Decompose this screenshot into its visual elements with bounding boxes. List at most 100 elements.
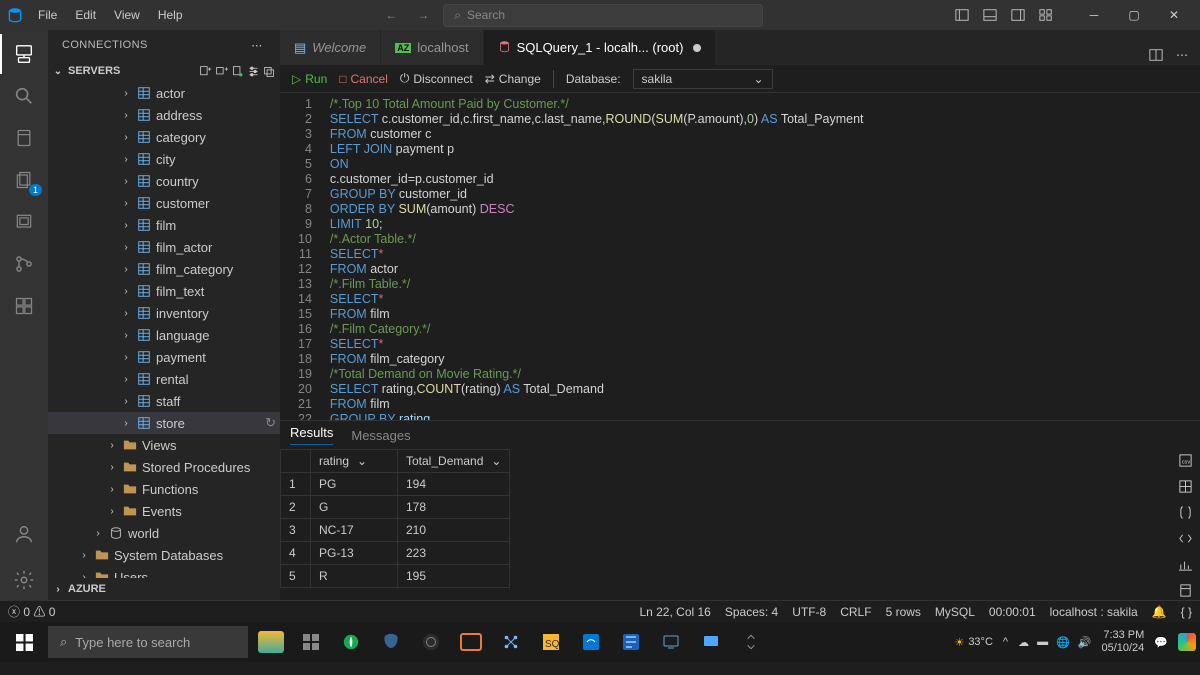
window-close-icon[interactable]: ✕ <box>1154 0 1194 30</box>
new-group-icon[interactable] <box>214 64 228 78</box>
servers-section-header[interactable]: ⌄ SERVERS <box>48 60 280 82</box>
start-button[interactable] <box>4 624 44 660</box>
window-minimize-icon[interactable]: ─ <box>1074 0 1114 30</box>
window-maximize-icon[interactable]: ▢ <box>1114 0 1154 30</box>
taskbar-app[interactable] <box>572 624 610 660</box>
taskbar-app[interactable] <box>692 624 730 660</box>
database-select[interactable]: sakila ⌄ <box>633 69 773 89</box>
onedrive-icon[interactable]: ☁ <box>1018 636 1029 649</box>
table-node[interactable]: › language <box>48 324 280 346</box>
menu-edit[interactable]: Edit <box>67 4 104 26</box>
chart-icon[interactable] <box>1174 553 1196 575</box>
table-node[interactable]: › inventory <box>48 302 280 324</box>
taskbar-app[interactable] <box>292 624 330 660</box>
customize-layout-icon[interactable] <box>1036 5 1056 25</box>
cell[interactable]: NC-17 <box>311 519 398 542</box>
taskbar-app[interactable]: SQ <box>532 624 570 660</box>
volume-icon[interactable]: 🔊 <box>1078 636 1092 649</box>
configure-icon[interactable] <box>246 64 260 78</box>
run-button[interactable]: ▷ Run <box>292 72 327 86</box>
activity-source-control[interactable] <box>0 244 48 284</box>
table-node[interactable]: › film_text <box>48 280 280 302</box>
layout-panel-left-icon[interactable] <box>952 5 972 25</box>
clock[interactable]: 7:33 PM 05/10/24 <box>1101 629 1144 655</box>
table-node[interactable]: › film_actor <box>48 236 280 258</box>
tab-welcome[interactable]: ▤ Welcome <box>280 30 381 65</box>
activity-connections[interactable] <box>0 34 48 74</box>
taskbar-app[interactable] <box>412 624 450 660</box>
split-editor-icon[interactable] <box>1146 45 1166 65</box>
activity-account[interactable] <box>0 514 48 554</box>
export-xml-icon[interactable] <box>1174 527 1196 549</box>
cell[interactable]: R <box>311 565 398 588</box>
taskbar-search-input[interactable]: ⌕ Type here to search <box>48 626 248 658</box>
result-row[interactable]: 1 PG 194 <box>281 473 510 496</box>
table-node[interactable]: › store↻ <box>48 412 280 434</box>
notebook-icon[interactable] <box>1174 579 1196 601</box>
chevron-down-icon[interactable]: ⌄ <box>357 454 367 468</box>
table-node[interactable]: › address <box>48 104 280 126</box>
layout-panel-right-icon[interactable] <box>1008 5 1028 25</box>
activity-notebooks[interactable] <box>0 118 48 158</box>
cell[interactable]: G <box>311 496 398 519</box>
nav-forward-icon[interactable]: → <box>411 3 435 27</box>
status-rows[interactable]: 5 rows <box>886 605 921 619</box>
folder-node[interactable]: › Events <box>48 500 280 522</box>
folder-node[interactable]: › Views <box>48 434 280 456</box>
table-node[interactable]: › category <box>48 126 280 148</box>
battery-icon[interactable]: ▬ <box>1037 636 1048 648</box>
code-content[interactable]: /*.Top 10 Total Amount Paid by Customer.… <box>322 93 1200 420</box>
code-editor[interactable]: 12345678910111213141516171819202122 /*.T… <box>280 93 1200 420</box>
col-header-total-demand[interactable]: Total_Demand⌄ <box>398 450 510 473</box>
col-header-rating[interactable]: rating⌄ <box>311 450 398 473</box>
table-node[interactable]: › film <box>48 214 280 236</box>
status-conn[interactable]: localhost : sakila <box>1050 605 1138 619</box>
notifications-icon[interactable]: 💬 <box>1154 636 1168 649</box>
result-row[interactable]: 3 NC-17 210 <box>281 519 510 542</box>
tab-sqlquery[interactable]: SQLQuery_1 - localh... (root) <box>484 30 717 65</box>
layout-panel-bottom-icon[interactable] <box>980 5 1000 25</box>
new-connection-icon[interactable] <box>198 64 212 78</box>
result-row[interactable]: 5 R 195 <box>281 565 510 588</box>
cell[interactable]: 178 <box>398 496 510 519</box>
taskbar-app[interactable] <box>612 624 650 660</box>
status-spaces[interactable]: Spaces: 4 <box>725 605 778 619</box>
cancel-button[interactable]: □ Cancel <box>339 72 388 86</box>
folder-node[interactable]: › Users <box>48 566 280 578</box>
nav-back-icon[interactable]: ← <box>379 3 403 27</box>
cell[interactable]: PG <box>311 473 398 496</box>
results-grid[interactable]: rating⌄ Total_Demand⌄ 1 PG 194 2 G 178 3… <box>280 449 1200 600</box>
cell[interactable]: 195 <box>398 565 510 588</box>
more-icon[interactable]: ⋯ <box>248 36 266 54</box>
table-node[interactable]: › actor <box>48 82 280 104</box>
weather-widget[interactable]: ☀33°C <box>954 636 992 649</box>
cell[interactable]: PG-13 <box>311 542 398 565</box>
activity-query-history[interactable] <box>0 202 48 242</box>
feedback-icon[interactable]: { } <box>1181 605 1192 619</box>
refresh-icon[interactable]: ↻ <box>265 415 276 431</box>
activity-settings[interactable] <box>0 560 48 600</box>
table-node[interactable]: › film_category <box>48 258 280 280</box>
cell[interactable]: 223 <box>398 542 510 565</box>
result-row[interactable]: 4 PG-13 223 <box>281 542 510 565</box>
taskbar-app[interactable] <box>492 624 530 660</box>
chevron-down-icon[interactable]: ⌄ <box>491 454 501 468</box>
notifications-icon[interactable]: 🔔 <box>1152 605 1167 619</box>
status-lncol[interactable]: Ln 22, Col 16 <box>639 605 710 619</box>
status-encoding[interactable]: UTF-8 <box>792 605 826 619</box>
taskbar-app[interactable] <box>252 624 290 660</box>
export-json-icon[interactable] <box>1174 501 1196 523</box>
taskbar-overflow-icon[interactable] <box>732 624 770 660</box>
status-errors[interactable]: ⓧ 0 ⚠ 0 <box>8 603 55 620</box>
db-node[interactable]: › world <box>48 522 280 544</box>
table-node[interactable]: › city <box>48 148 280 170</box>
taskbar-app[interactable] <box>452 624 490 660</box>
activity-explorer[interactable]: 1 <box>0 160 48 200</box>
change-button[interactable]: ⇄ Change <box>485 72 541 86</box>
tray-chevron-icon[interactable]: ^ <box>1003 636 1008 648</box>
taskbar-app[interactable] <box>332 624 370 660</box>
export-csv-icon[interactable]: csv <box>1174 449 1196 471</box>
table-node[interactable]: › staff <box>48 390 280 412</box>
results-tab[interactable]: Results <box>290 425 333 445</box>
disconnect-button[interactable]: ⏻ Disconnect <box>400 71 473 86</box>
